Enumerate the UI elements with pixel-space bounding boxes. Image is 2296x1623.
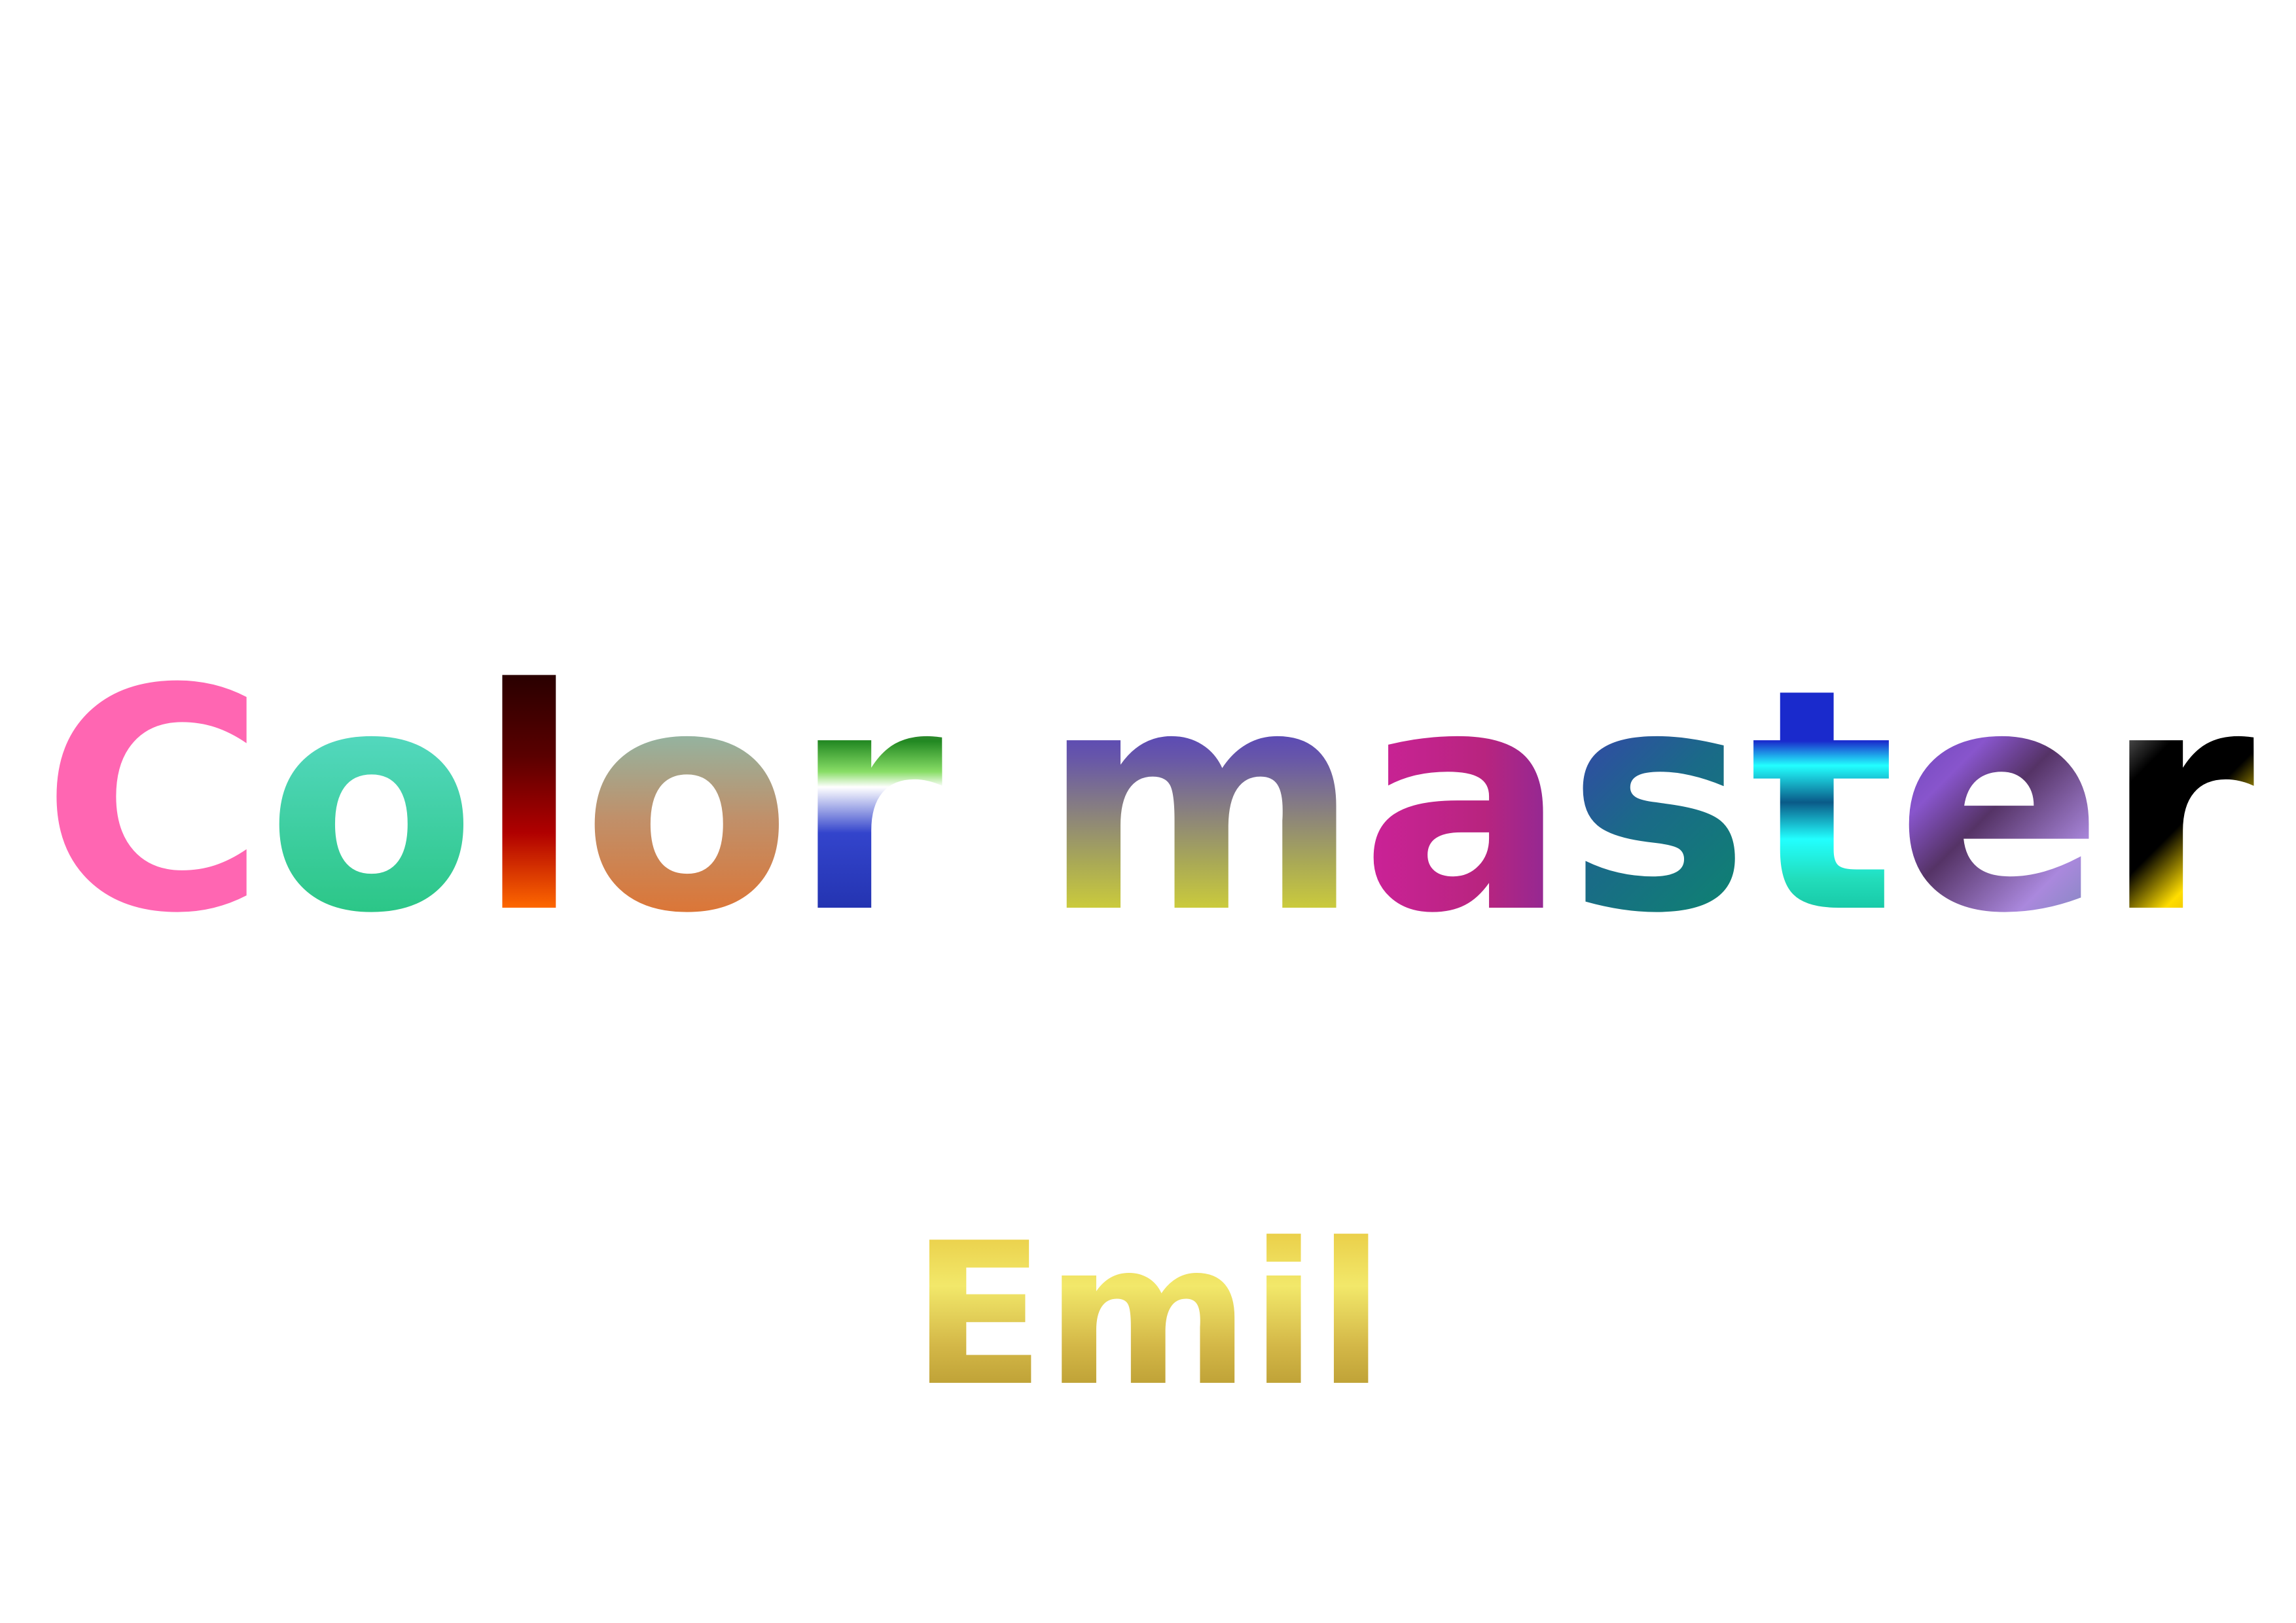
title-letter: r — [792, 624, 943, 980]
title-letter: C — [41, 624, 266, 980]
title-letter: s — [1567, 624, 1749, 980]
title-letter: r — [2104, 624, 2255, 980]
title-letter: o — [581, 624, 793, 980]
author-name: Emil — [911, 1201, 1385, 1429]
title-letter: t — [1749, 624, 1896, 980]
page-title: Colormaster — [0, 649, 2296, 955]
title-letter: m — [1041, 624, 1361, 980]
title-letter: l — [476, 624, 582, 980]
title-letter: a — [1360, 624, 1568, 980]
title-letter: o — [266, 624, 477, 980]
title-letter: e — [1895, 624, 2104, 980]
